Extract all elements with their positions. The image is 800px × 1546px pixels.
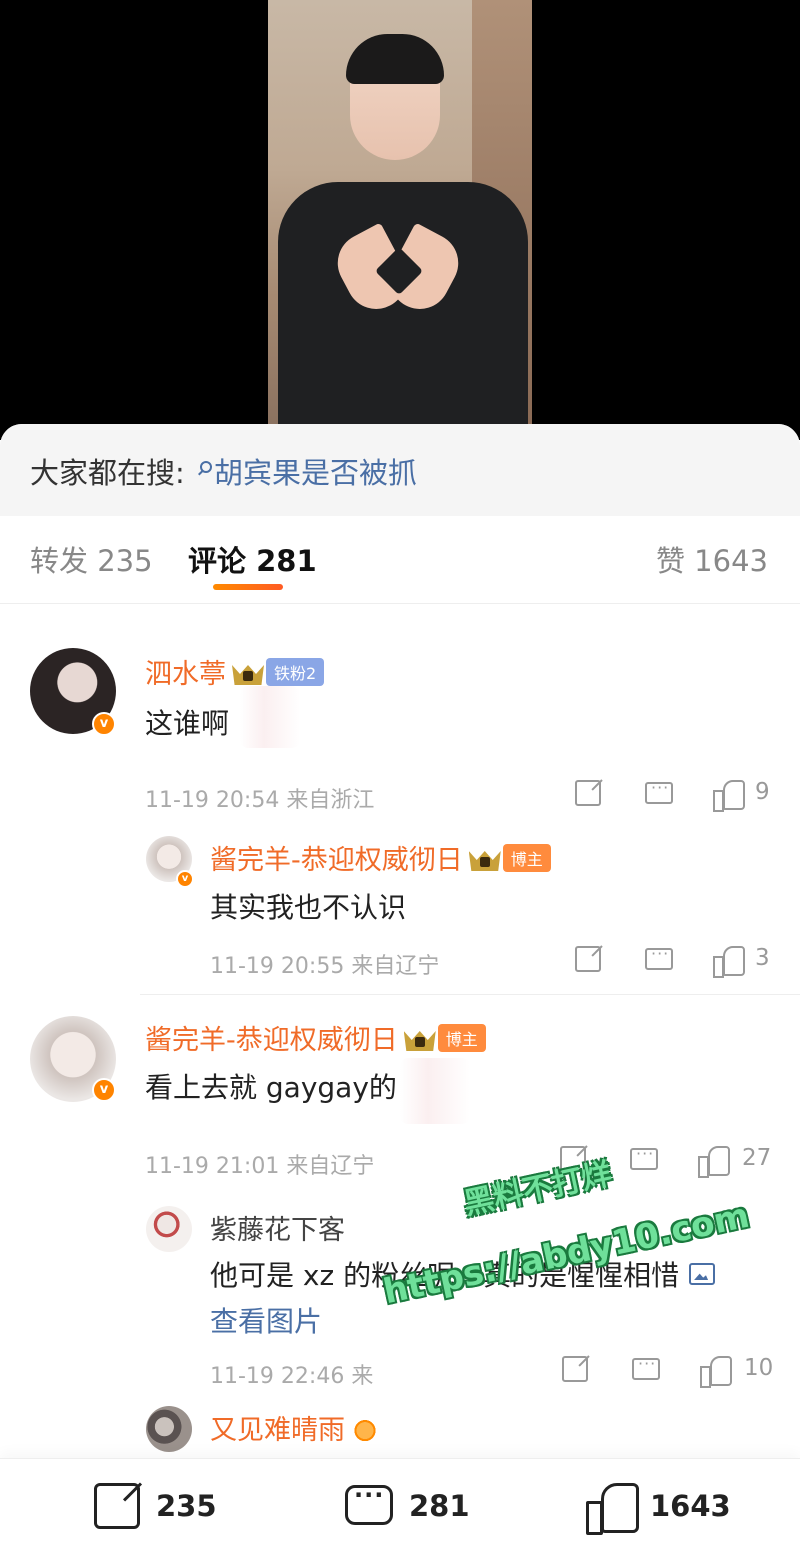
verified-badge-icon: v (176, 870, 194, 888)
reply-actions: 10 (560, 1354, 780, 1388)
reply-username[interactable]: 又见难晴雨 (210, 1408, 379, 1447)
crown-icon (232, 661, 264, 685)
sticker-decoration (240, 686, 300, 748)
reply-username[interactable]: 紫藤花下客 (210, 1208, 345, 1247)
share-icon[interactable] (575, 946, 601, 972)
watermark-text: 黑料不打烊 (460, 1156, 615, 1223)
avatar[interactable] (146, 1206, 192, 1252)
reply-meta: 11-19 22:46 来 (210, 1364, 374, 1389)
tab-like[interactable]: 赞 1643 (656, 538, 768, 580)
comment-sheet: 大家都在搜: 胡宾果是否被抓 转发 235 评论 281 赞 1643 v 泗水… (0, 424, 800, 1546)
sticker-decoration (400, 1058, 470, 1124)
like-count: 3 (755, 945, 770, 971)
reply-icon[interactable] (630, 1144, 658, 1170)
verified-badge-icon: v (92, 1078, 116, 1102)
view-image-link[interactable]: 查看图片 (210, 1300, 322, 1340)
like-icon (586, 1483, 639, 1535)
crown-badge-icon (351, 1415, 379, 1441)
comment-meta: 11-19 21:01 来自辽宁 (145, 1154, 375, 1179)
bottom-action-bar: 235 281 1643 (0, 1458, 800, 1546)
comment-actions: 9 (575, 778, 775, 812)
username-text[interactable]: 又见难晴雨 (210, 1415, 345, 1446)
username-text[interactable]: 酱完羊-恭迎权威彻日 (145, 1025, 398, 1056)
avatar[interactable] (146, 1406, 192, 1452)
video-person-hair (346, 34, 444, 84)
divider (140, 994, 800, 995)
reply-meta: 11-19 20:55 来自辽宁 (210, 954, 440, 979)
repost-button[interactable]: 235 (94, 1483, 234, 1533)
repost-icon (94, 1483, 140, 1529)
tab-active-indicator (213, 584, 283, 590)
crown-icon (404, 1027, 436, 1051)
tab-repost[interactable]: 转发 235 (30, 538, 153, 580)
video-frame[interactable] (268, 0, 532, 424)
comment-icon (345, 1481, 393, 1525)
like-icon[interactable] (698, 1146, 730, 1178)
author-badge: 博主 (437, 1024, 486, 1052)
share-icon[interactable] (575, 780, 601, 806)
trending-search-bar[interactable]: 大家都在搜: 胡宾果是否被抓 (0, 424, 800, 516)
like-icon[interactable] (713, 780, 745, 812)
tab-bar: 转发 235 评论 281 赞 1643 (0, 516, 800, 604)
share-icon[interactable] (562, 1356, 588, 1382)
reply-icon[interactable] (645, 944, 673, 970)
heart-hands (327, 222, 469, 320)
like-button[interactable]: 1643 (586, 1483, 746, 1535)
comment-text: 看上去就 gaygay的 (145, 1071, 397, 1104)
tab-comment[interactable]: 评论 281 (188, 538, 317, 580)
like-count: 9 (755, 779, 770, 805)
comment-button[interactable]: 281 (345, 1481, 485, 1533)
reply-actions: 3 (575, 944, 775, 978)
repost-count: 235 (156, 1489, 217, 1523)
like-count: 27 (742, 1145, 772, 1171)
reply-icon[interactable] (645, 778, 673, 804)
username-text[interactable]: 酱完羊-恭迎权威彻日 (210, 845, 463, 876)
image-icon[interactable] (689, 1263, 716, 1285)
comment-username[interactable]: 酱完羊-恭迎权威彻日 博主 (145, 1018, 486, 1057)
reply-text: 其实我也不认识 (210, 891, 407, 924)
like-count: 1643 (650, 1489, 731, 1523)
like-count: 10 (744, 1355, 774, 1381)
video-player[interactable] (0, 0, 800, 440)
comment-count: 281 (409, 1489, 470, 1523)
fan-level-badge: 铁粉2 (266, 658, 325, 686)
comment-username[interactable]: 泗水葶 铁粉2 (145, 652, 325, 691)
author-badge: 博主 (502, 844, 551, 872)
username-text[interactable]: 泗水葶 (145, 659, 226, 690)
search-icon (200, 461, 212, 473)
reply-icon[interactable] (632, 1354, 660, 1380)
comment-text: 这谁啊 (145, 707, 230, 740)
like-icon[interactable] (713, 946, 745, 978)
verified-badge-icon: v (92, 712, 116, 736)
reply-username[interactable]: 酱完羊-恭迎权威彻日 博主 (210, 838, 551, 877)
crown-icon (469, 847, 501, 871)
like-icon[interactable] (700, 1356, 732, 1388)
trending-search-label: 大家都在搜: (30, 456, 185, 490)
trending-search-link[interactable]: 胡宾果是否被抓 (214, 456, 417, 490)
comment-meta: 11-19 20:54 来自浙江 (145, 788, 375, 813)
